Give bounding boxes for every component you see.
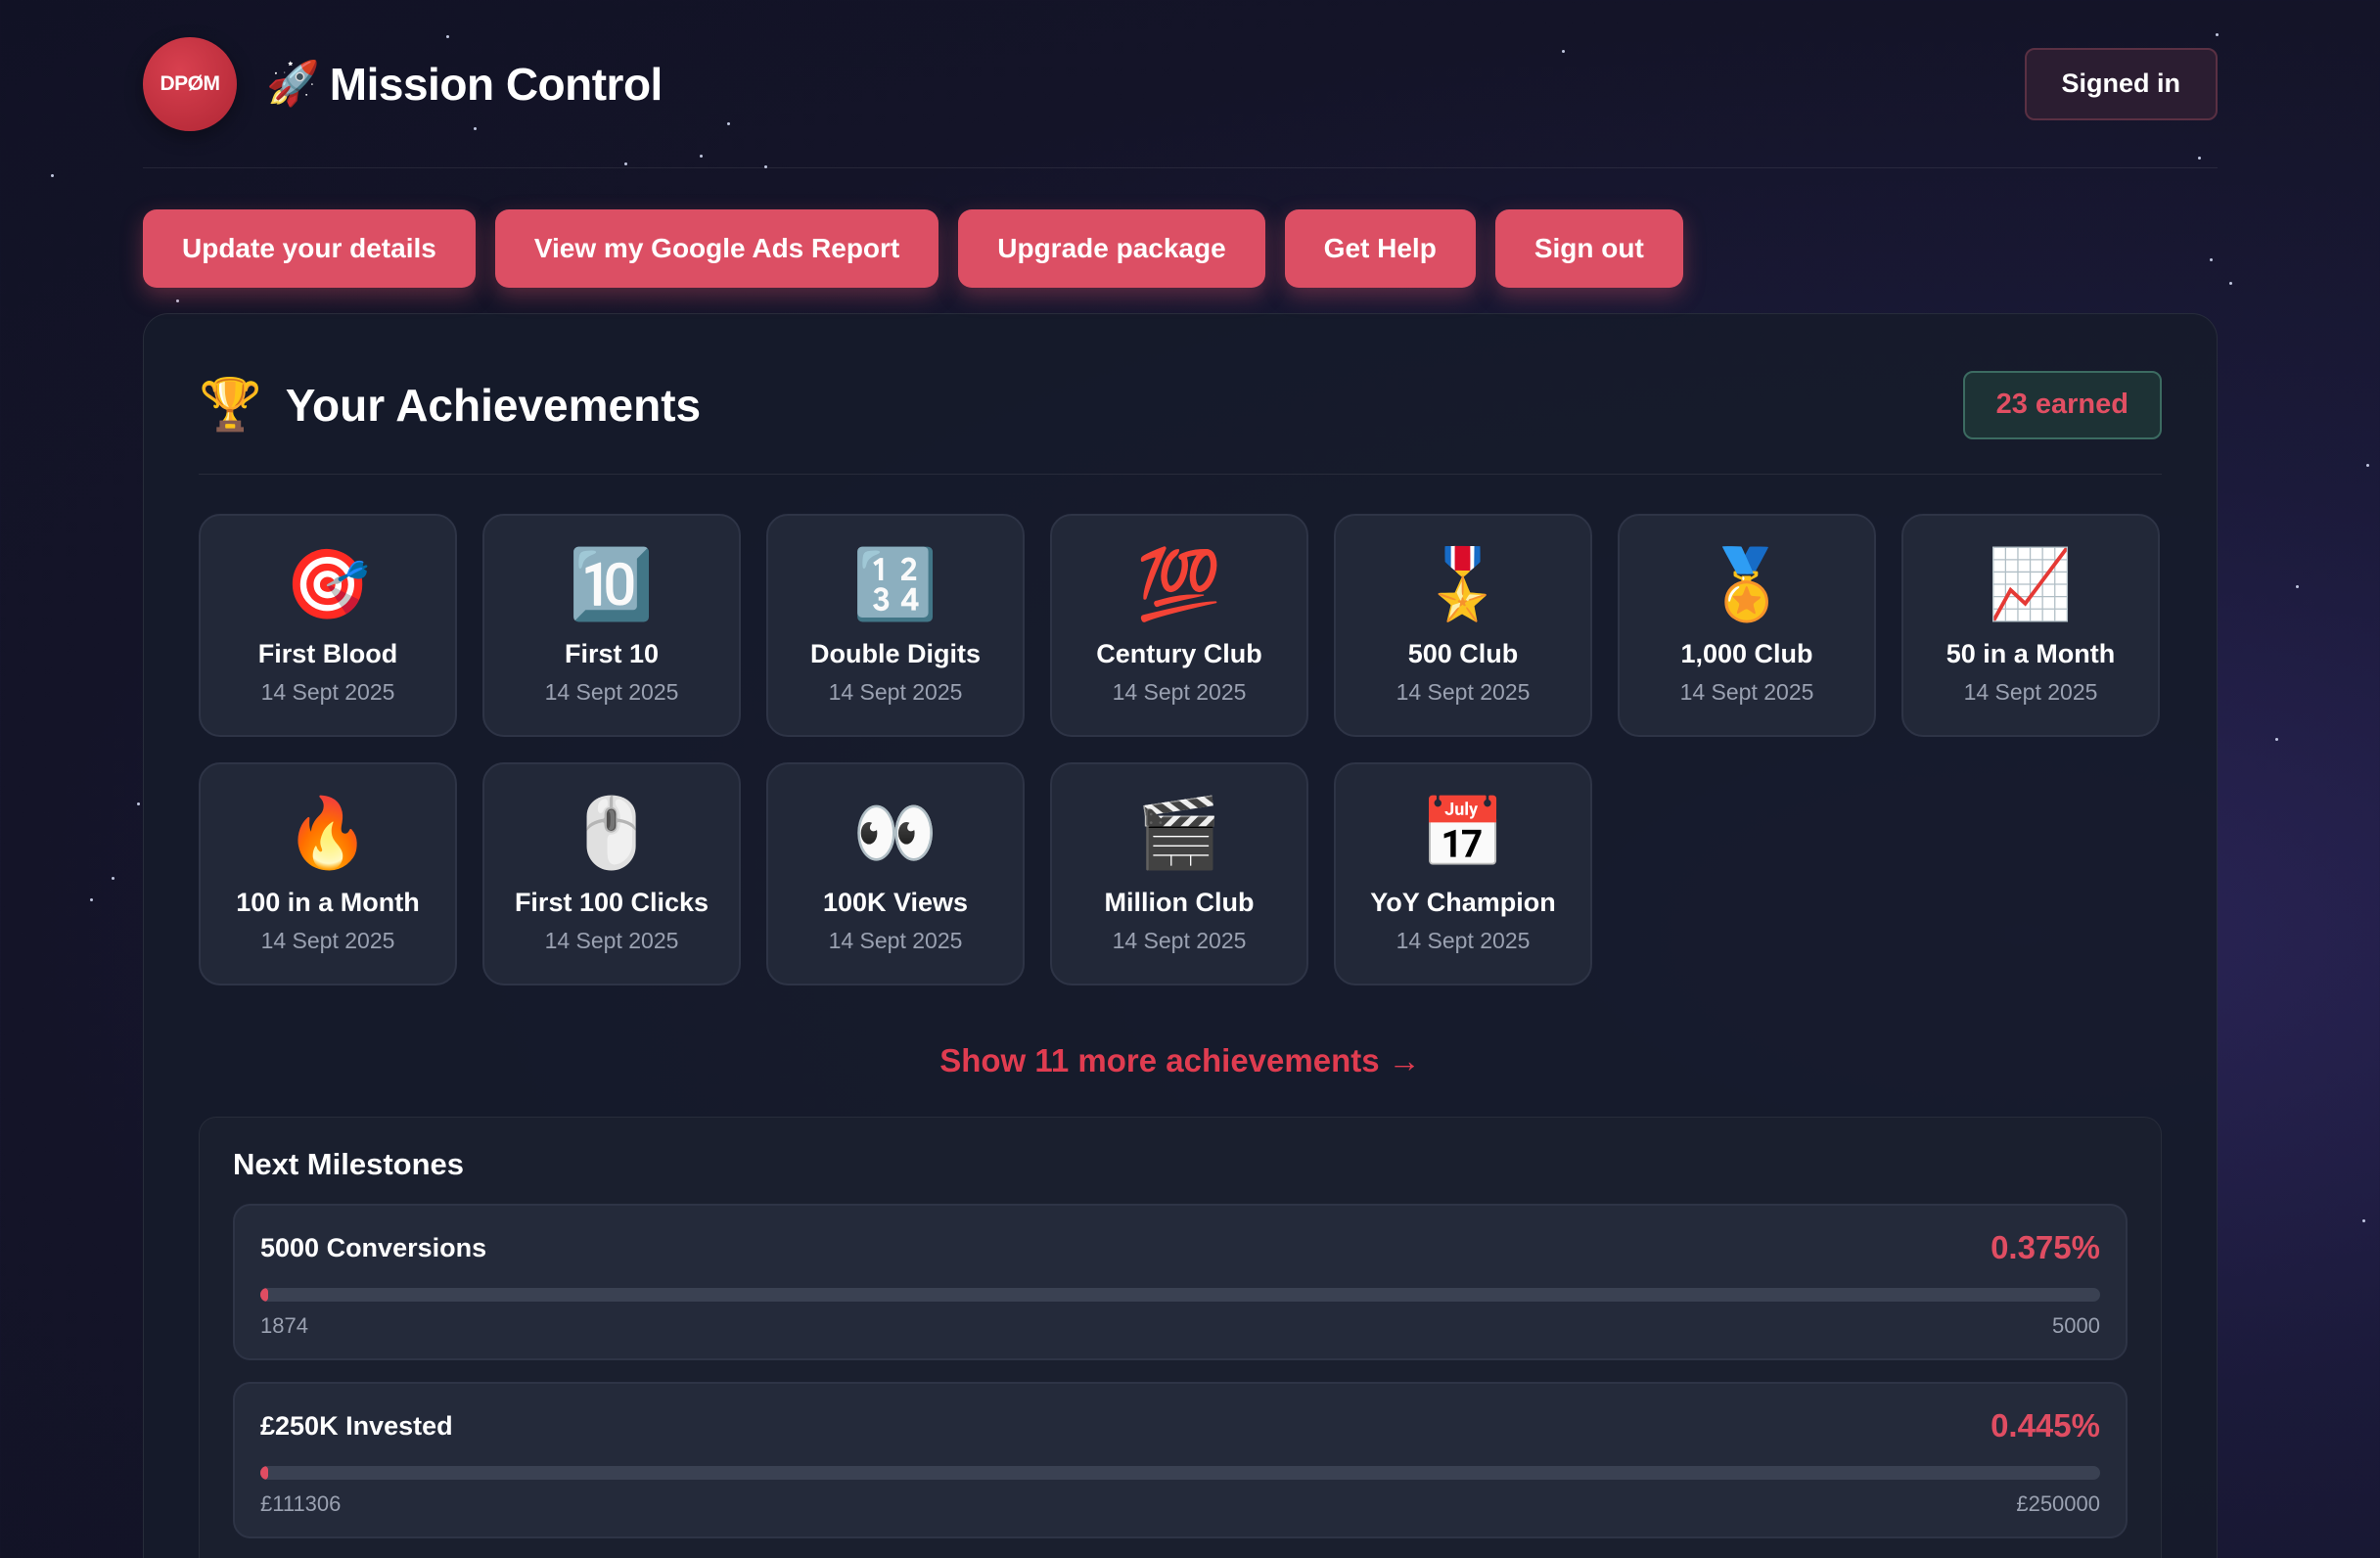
achievement-tile-1000-club[interactable]: 🏅 1,000 Club 14 Sept 2025	[1618, 514, 1876, 737]
milestone-range: £111306 £250000	[260, 1491, 2100, 1517]
next-milestones-panel: Next Milestones 5000 Conversions 0.375% …	[199, 1117, 2162, 1558]
achievement-tile-first-blood[interactable]: 🎯 First Blood 14 Sept 2025	[199, 514, 457, 737]
achievement-name: First Blood	[257, 639, 398, 668]
update-details-button[interactable]: Update your details	[143, 209, 476, 288]
app-header: DPØM 🚀 Mission Control Signed in	[143, 0, 2218, 168]
milestone-item: 5000 Conversions 0.375% 1874 5000	[233, 1204, 2128, 1360]
milestone-name: £250K Invested	[260, 1410, 453, 1441]
milestone-range: 1874 5000	[260, 1313, 2100, 1339]
achievement-date: 14 Sept 2025	[544, 679, 679, 705]
achievement-name: 500 Club	[1407, 639, 1519, 668]
action-nav: Update your details View my Google Ads R…	[143, 209, 2218, 288]
achievements-grid: 🎯 First Blood 14 Sept 2025 🔟 First 10 14…	[199, 514, 2162, 985]
sports-medal-icon: 🏅	[1704, 546, 1790, 622]
signed-in-button[interactable]: Signed in	[2024, 47, 2218, 120]
achievement-name: 100 in a Month	[236, 888, 420, 917]
achievement-name: Century Club	[1096, 639, 1262, 668]
milestone-item: £250K Invested 0.445% £111306 £250000	[233, 1382, 2128, 1538]
milestone-name: 5000 Conversions	[260, 1232, 487, 1262]
earned-count-badge: 23 earned	[1962, 370, 2162, 439]
page-container: DPØM 🚀 Mission Control Signed in Update …	[143, 0, 2218, 1558]
show-more-row: Show 11 more achievements →	[199, 1042, 2162, 1079]
milestone-progress-fill	[260, 1288, 268, 1302]
milestone-header: 5000 Conversions 0.375%	[260, 1229, 2100, 1266]
achievement-tile-100-in-a-month[interactable]: 🔥 100 in a Month 14 Sept 2025	[199, 762, 457, 985]
achievement-date: 14 Sept 2025	[1963, 679, 2098, 705]
rocket-icon: 🚀	[266, 59, 320, 108]
achievement-tile-double-digits[interactable]: 🔢 Double Digits 14 Sept 2025	[766, 514, 1025, 737]
achievement-name: Million Club	[1104, 888, 1255, 917]
achievement-date: 14 Sept 2025	[828, 679, 963, 705]
achievement-date: 14 Sept 2025	[1112, 679, 1247, 705]
milestone-target: 5000	[2052, 1313, 2100, 1338]
achievement-date: 14 Sept 2025	[1396, 928, 1531, 953]
achievement-tile-century-club[interactable]: 💯 Century Club 14 Sept 2025	[1050, 514, 1308, 737]
achievement-tile-million-club[interactable]: 🎬 Million Club 14 Sept 2025	[1050, 762, 1308, 985]
achievement-name: YoY Champion	[1370, 888, 1556, 917]
achievement-name: 100K Views	[822, 888, 969, 917]
milestone-progress-fill	[260, 1466, 269, 1480]
achievement-name: 50 in a Month	[1945, 639, 2116, 668]
achievements-card: 🏆 Your Achievements 23 earned 🎯 First Bl…	[143, 313, 2218, 1558]
show-more-achievements-link[interactable]: Show 11 more achievements →	[939, 1042, 1421, 1078]
company-logo: DPØM	[143, 36, 237, 131]
achievements-title: Your Achievements	[285, 379, 702, 431]
achievement-date: 14 Sept 2025	[1112, 928, 1247, 953]
achievement-name: 1,000 Club	[1680, 639, 1813, 668]
upgrade-package-button[interactable]: Upgrade package	[958, 209, 1265, 288]
achievement-tile-500-club[interactable]: 🎖️ 500 Club 14 Sept 2025	[1334, 514, 1592, 737]
sign-out-button[interactable]: Sign out	[1494, 209, 1683, 288]
achievement-date: 14 Sept 2025	[828, 928, 963, 953]
achievement-date: 14 Sept 2025	[1679, 679, 1814, 705]
milestone-current: 1874	[260, 1313, 308, 1338]
achievement-date: 14 Sept 2025	[1396, 679, 1531, 705]
milestone-progress-bar	[260, 1466, 2100, 1480]
milestone-percent: 0.375%	[1991, 1229, 2100, 1265]
achievement-date: 14 Sept 2025	[260, 679, 395, 705]
milestones-title: Next Milestones	[233, 1147, 465, 1181]
achievement-tile-first-100-clicks[interactable]: 🖱️ First 100 Clicks 14 Sept 2025	[482, 762, 741, 985]
mouse-icon: 🖱️	[569, 795, 655, 871]
calendar-icon: 📅	[1420, 795, 1506, 871]
milestone-progress-bar	[260, 1288, 2100, 1302]
keycap-ten-icon: 🔟	[569, 546, 655, 622]
brand: DPØM 🚀 Mission Control	[143, 36, 663, 131]
achievements-title-row: 🏆 Your Achievements	[199, 379, 701, 432]
achievement-tile-50-in-a-month[interactable]: 📈 50 in a Month 14 Sept 2025	[1901, 514, 2160, 737]
milestone-target: £250000	[2016, 1491, 2100, 1516]
numbers-icon: 🔢	[852, 546, 938, 622]
hundred-points-icon: 💯	[1136, 546, 1222, 622]
trophy-icon: 🏆	[199, 376, 262, 434]
chart-increasing-icon: 📈	[1988, 546, 2074, 622]
app-title-row: 🚀 Mission Control	[266, 58, 663, 111]
logo-text: DPØM	[160, 71, 221, 95]
fire-icon: 🔥	[285, 795, 371, 871]
get-help-button[interactable]: Get Help	[1284, 209, 1476, 288]
milestone-header: £250K Invested 0.445%	[260, 1407, 2100, 1444]
achievements-header: 🏆 Your Achievements 23 earned	[199, 314, 2162, 475]
milestone-current: £111306	[260, 1491, 342, 1516]
military-medal-icon: 🎖️	[1420, 546, 1506, 622]
achievement-tile-first-10[interactable]: 🔟 First 10 14 Sept 2025	[482, 514, 741, 737]
eyes-icon: 👀	[852, 795, 938, 871]
achievement-date: 14 Sept 2025	[544, 928, 679, 953]
achievement-name: Double Digits	[810, 639, 981, 668]
achievement-name: First 100 Clicks	[514, 888, 709, 917]
google-ads-report-button[interactable]: View my Google Ads Report	[494, 209, 939, 288]
app-title: Mission Control	[329, 58, 664, 110]
target-icon: 🎯	[285, 546, 371, 622]
achievement-tile-100k-views[interactable]: 👀 100K Views 14 Sept 2025	[766, 762, 1025, 985]
achievement-tile-yoy-champion[interactable]: 📅 YoY Champion 14 Sept 2025	[1334, 762, 1592, 985]
achievement-date: 14 Sept 2025	[260, 928, 395, 953]
clapper-board-icon: 🎬	[1136, 795, 1222, 871]
milestone-percent: 0.445%	[1991, 1407, 2100, 1443]
achievement-name: First 10	[564, 639, 660, 668]
